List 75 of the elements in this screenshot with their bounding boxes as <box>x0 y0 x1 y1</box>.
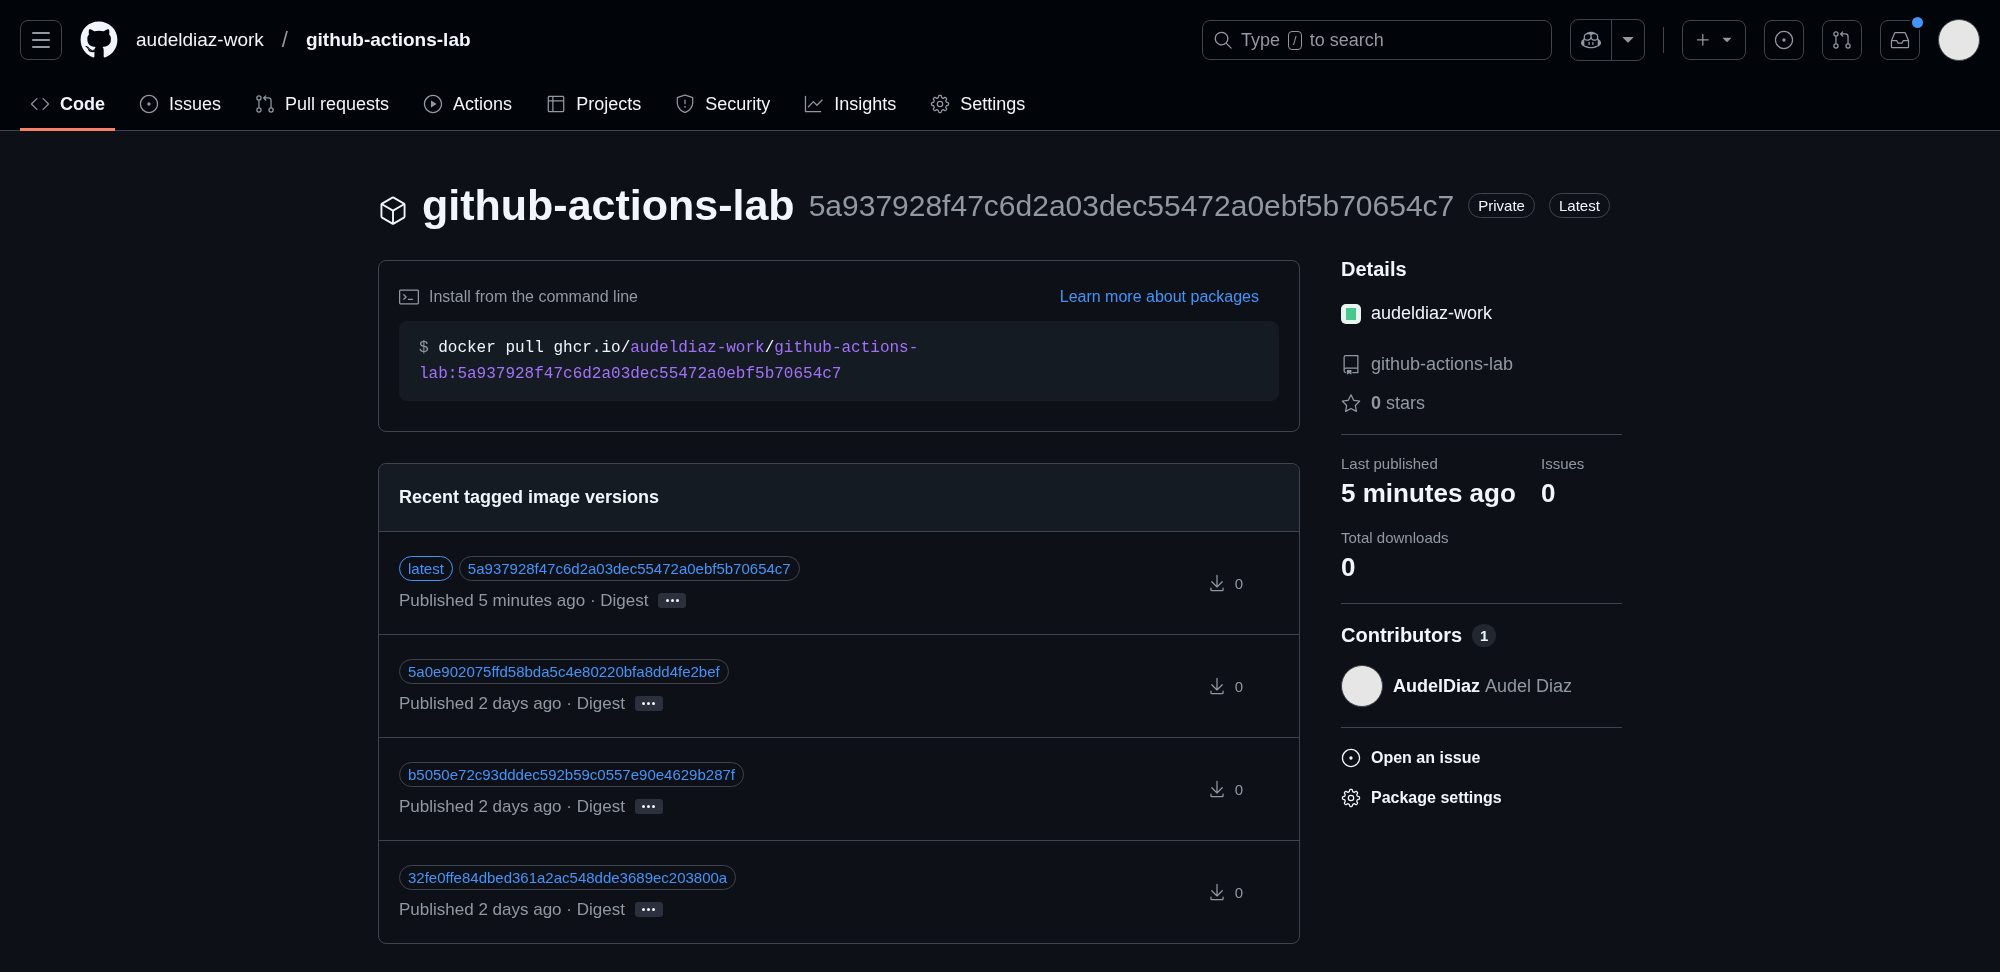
table-icon <box>546 94 567 114</box>
stat-value: 0 <box>1341 552 1357 583</box>
ellipsis-icon <box>642 805 656 808</box>
pull-requests-button[interactable] <box>1822 20 1862 60</box>
package-title: github-actions-lab <box>422 181 795 230</box>
package-digest: 5a937928f47c6d2a03dec55472a0ebf5b70654c7 <box>808 188 1455 223</box>
install-label: Install from the command line <box>429 288 638 306</box>
ellipsis-icon <box>642 702 656 705</box>
terminal-icon <box>399 287 419 307</box>
command-text: $ docker pull ghcr.io/audeldiaz-work/github-actions-lab:5a937928f47c6d2a03dec55472a0ebf5b70654c7 <box>399 321 1279 401</box>
download-count: 0 <box>1234 883 1243 901</box>
versions-heading: Recent tagged image versions <box>399 487 660 508</box>
repo-tab[interactable]: Pull requests <box>245 80 400 131</box>
repo-tab[interactable]: Code <box>20 80 115 131</box>
issues-button[interactable] <box>1764 20 1804 60</box>
star-icon <box>1341 393 1361 414</box>
download-count: 0 <box>1234 780 1243 798</box>
ellipsis-icon <box>666 599 679 602</box>
settings-icon <box>1341 788 1361 808</box>
package-icon <box>378 195 408 226</box>
contributors-count: 1 <box>1472 624 1497 647</box>
repo-tab[interactable]: Projects <box>536 80 652 131</box>
published-text: Published 2 days ago · Digest <box>399 899 625 920</box>
repo-tab[interactable]: Insights <box>794 80 907 131</box>
pull-request-icon <box>255 94 276 114</box>
organization-avatar <box>1341 303 1361 324</box>
more-button[interactable] <box>634 799 663 814</box>
graph-icon <box>804 94 825 114</box>
more-button[interactable] <box>658 593 687 608</box>
download-count: 0 <box>1234 574 1243 592</box>
contributor-login[interactable]: AudelDiaz <box>1393 675 1480 697</box>
menu-button[interactable] <box>20 20 62 60</box>
issue-icon <box>139 94 159 114</box>
owner-link[interactable]: audeldiaz-work <box>1371 303 1493 324</box>
issue-icon <box>1774 30 1794 50</box>
contributors-heading: Contributors <box>1341 624 1463 647</box>
details-heading: Details <box>1341 258 1408 281</box>
repo-tab[interactable]: Settings <box>920 80 1036 131</box>
search-field[interactable]: Type / to search <box>1202 20 1552 60</box>
repo-icon <box>1341 354 1361 375</box>
ellipsis-icon <box>642 908 656 911</box>
search-icon <box>1213 30 1233 50</box>
contributor-name: Audel Diaz <box>1485 675 1573 697</box>
issue-icon <box>1341 748 1361 768</box>
shield-icon <box>675 94 696 114</box>
repo-tab[interactable]: Security <box>665 80 781 131</box>
sidebar-action-link[interactable]: Package settings <box>1341 788 1622 808</box>
repo-tab[interactable]: Actions <box>413 80 523 131</box>
download-count: 0 <box>1234 677 1243 695</box>
published-text: Published 5 minutes ago · Digest <box>399 590 649 611</box>
stars-count: 0 stars <box>1371 393 1426 414</box>
stat-label: Issues <box>1541 455 1586 472</box>
learn-more-link[interactable]: Learn more about packages <box>1059 288 1259 306</box>
user-avatar[interactable] <box>1938 19 1980 61</box>
play-icon <box>423 94 444 114</box>
breadcrumb-separator: / <box>281 27 288 53</box>
repo-link[interactable]: github-actions-lab <box>1371 354 1514 375</box>
stat-value: 0 <box>1541 478 1557 509</box>
owner-link[interactable]: audeldiaz-work <box>136 29 264 51</box>
copilot-icon <box>1581 30 1601 50</box>
sidebar-action-link[interactable]: Open an issue <box>1341 748 1622 768</box>
more-button[interactable] <box>634 902 663 917</box>
github-logo-icon[interactable] <box>80 21 118 59</box>
pull-request-icon <box>1832 30 1852 50</box>
stat-value: 5 minutes ago <box>1341 478 1517 509</box>
settings-icon <box>930 94 951 114</box>
published-text: Published 2 days ago · Digest <box>399 796 625 817</box>
repo-tab[interactable]: Issues <box>129 80 232 131</box>
published-text: Published 2 days ago · Digest <box>399 693 625 714</box>
inbox-icon <box>1890 30 1910 50</box>
repo-link[interactable]: github-actions-lab <box>305 29 471 51</box>
contributor-avatar[interactable] <box>1341 665 1383 707</box>
stat-label: Total downloads <box>1341 529 1450 546</box>
more-button[interactable] <box>634 696 663 711</box>
stat-label: Last published <box>1341 455 1439 472</box>
